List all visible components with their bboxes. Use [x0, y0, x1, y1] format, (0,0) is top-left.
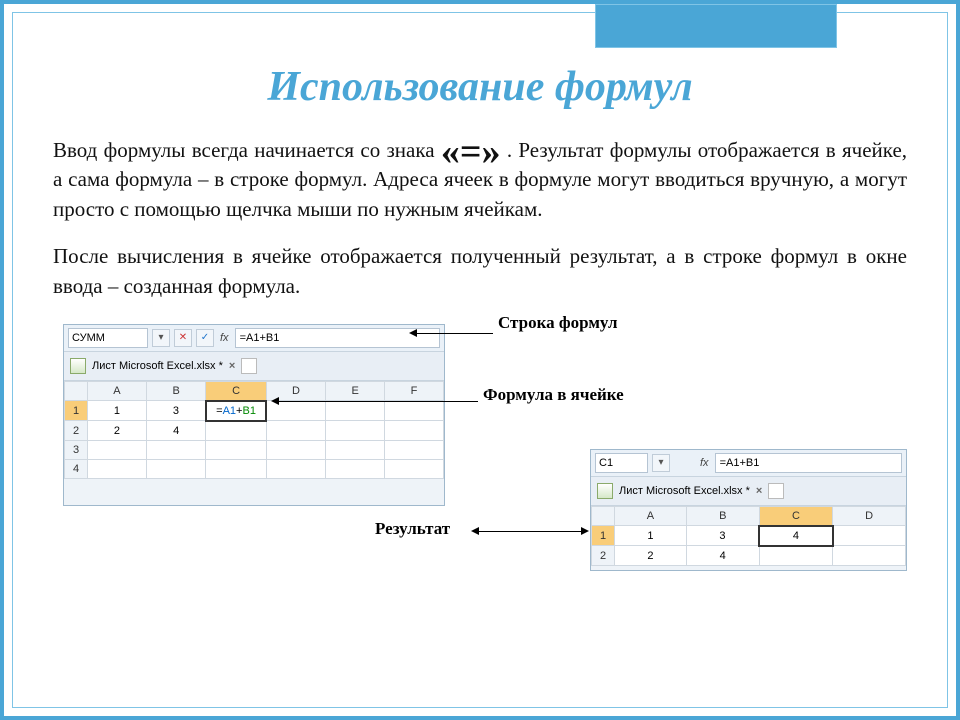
row-header-2-r[interactable]: 2 — [592, 546, 615, 566]
new-sheet-icon[interactable] — [241, 358, 257, 374]
cell-D2[interactable] — [266, 421, 326, 441]
corner-cell[interactable] — [65, 381, 88, 401]
paragraph-1: Ввод формулы всегда начинается со знака … — [53, 136, 907, 224]
arrow-to-result — [473, 531, 583, 532]
col-header-C-r[interactable]: C — [759, 506, 833, 526]
tok-ref2: B1 — [242, 405, 255, 417]
cell-A2[interactable]: 2 — [88, 421, 147, 441]
tok-ref1: A1 — [223, 405, 236, 417]
page-title: Использование формул — [53, 63, 907, 111]
cell-F4[interactable] — [385, 459, 444, 478]
cell-C2-r[interactable] — [759, 546, 833, 566]
workbook-icon — [70, 358, 86, 374]
excel-panel-result: C1 ▾ fx =A1+B1 Лист Microsoft Excel.xlsx… — [590, 449, 907, 571]
row-header-1[interactable]: 1 — [65, 401, 88, 421]
name-box[interactable]: СУММ — [68, 328, 148, 348]
cell-D4[interactable] — [266, 459, 326, 478]
col-header-C[interactable]: C — [206, 381, 266, 401]
cell-B2-r[interactable]: 4 — [686, 546, 759, 566]
cell-B1[interactable]: 3 — [146, 401, 206, 421]
cell-C3[interactable] — [206, 440, 266, 459]
formula-bar-value: =A1+B1 — [240, 332, 280, 344]
new-sheet-icon-right[interactable] — [768, 483, 784, 499]
formula-bar-value-right: =A1+B1 — [720, 457, 760, 469]
cell-E1[interactable] — [326, 401, 385, 421]
close-icon[interactable]: × — [229, 360, 235, 372]
top-decor-tab — [595, 4, 837, 48]
fx-icon[interactable]: fx — [218, 332, 231, 344]
name-box-value: СУММ — [72, 332, 105, 344]
name-box-right[interactable]: C1 — [595, 453, 648, 473]
workbook-tab-row-right: Лист Microsoft Excel.xlsx * × — [591, 477, 906, 506]
corner-cell-r[interactable] — [592, 506, 615, 526]
workbook-tab-title[interactable]: Лист Microsoft Excel.xlsx * — [92, 360, 223, 372]
slide: Использование формул Ввод формулы всегда… — [0, 0, 960, 720]
confirm-icon[interactable]: ✓ — [196, 329, 214, 347]
cell-B3[interactable] — [146, 440, 206, 459]
arrow-to-cell-formula — [273, 401, 478, 402]
annot-formula-in-cell: Формула в ячейке — [483, 385, 624, 405]
annot-formula-bar: Строка формул — [498, 313, 618, 333]
cell-D2-r[interactable] — [833, 546, 906, 566]
cell-C1-active[interactable]: =A1+B1 — [206, 401, 266, 421]
cell-A1[interactable]: 1 — [88, 401, 147, 421]
fx-icon-right[interactable]: fx — [698, 457, 711, 469]
workbook-tab-row: Лист Microsoft Excel.xlsx * × — [64, 352, 444, 381]
annot-result: Результат — [375, 519, 450, 539]
diagram-area: СУММ ▾ ✕ ✓ fx =A1+B1 Лист Microsoft Exce… — [53, 319, 907, 579]
cell-E2[interactable] — [326, 421, 385, 441]
row-header-1-r[interactable]: 1 — [592, 526, 615, 546]
col-header-B[interactable]: B — [146, 381, 206, 401]
name-box-dropdown-icon[interactable]: ▾ — [152, 329, 170, 347]
col-header-F[interactable]: F — [385, 381, 444, 401]
cell-C2[interactable] — [206, 421, 266, 441]
cell-B2[interactable]: 4 — [146, 421, 206, 441]
arrow-to-formula-bar — [411, 333, 493, 334]
excel-panel-editing: СУММ ▾ ✕ ✓ fx =A1+B1 Лист Microsoft Exce… — [63, 324, 445, 506]
formula-bar-input-right[interactable]: =A1+B1 — [715, 453, 902, 473]
p1-part-a: Ввод формулы всегда начинается со знака — [53, 138, 441, 162]
cell-B1-r[interactable]: 3 — [686, 526, 759, 546]
formula-bar-row-right: C1 ▾ fx =A1+B1 — [591, 450, 906, 477]
cell-A1-r[interactable]: 1 — [615, 526, 687, 546]
cell-F1[interactable] — [385, 401, 444, 421]
spreadsheet-grid-right[interactable]: A B C D 1 1 3 4 2 2 4 — [591, 506, 906, 566]
cell-C1-r[interactable]: 4 — [759, 526, 833, 546]
paragraph-2: После вычисления в ячейке отображается п… — [53, 242, 907, 301]
name-box-dropdown-icon-right[interactable]: ▾ — [652, 454, 670, 472]
workbook-icon-right — [597, 483, 613, 499]
cell-E4[interactable] — [326, 459, 385, 478]
col-header-B-r[interactable]: B — [686, 506, 759, 526]
col-header-D-r[interactable]: D — [833, 506, 906, 526]
cell-A2-r[interactable]: 2 — [615, 546, 687, 566]
spreadsheet-grid-left[interactable]: A B C D E F 1 1 3 =A1+B1 — [64, 381, 444, 479]
row-header-2[interactable]: 2 — [65, 421, 88, 441]
inner-frame: Использование формул Ввод формулы всегда… — [12, 12, 948, 708]
row-header-3[interactable]: 3 — [65, 440, 88, 459]
cell-A4[interactable] — [88, 459, 147, 478]
cell-B4[interactable] — [146, 459, 206, 478]
cancel-icon[interactable]: ✕ — [174, 329, 192, 347]
formula-bar-row: СУММ ▾ ✕ ✓ fx =A1+B1 — [64, 325, 444, 352]
cell-F3[interactable] — [385, 440, 444, 459]
cell-D3[interactable] — [266, 440, 326, 459]
close-icon-right[interactable]: × — [756, 485, 762, 497]
col-header-A[interactable]: A — [88, 381, 147, 401]
cell-A3[interactable] — [88, 440, 147, 459]
cell-D1-r[interactable] — [833, 526, 906, 546]
workbook-tab-title-right[interactable]: Лист Microsoft Excel.xlsx * — [619, 485, 750, 497]
cell-C4[interactable] — [206, 459, 266, 478]
cell-E3[interactable] — [326, 440, 385, 459]
cell-F2[interactable] — [385, 421, 444, 441]
name-box-value-right: C1 — [599, 457, 613, 469]
col-header-A-r[interactable]: A — [615, 506, 687, 526]
row-header-4[interactable]: 4 — [65, 459, 88, 478]
col-header-E[interactable]: E — [326, 381, 385, 401]
